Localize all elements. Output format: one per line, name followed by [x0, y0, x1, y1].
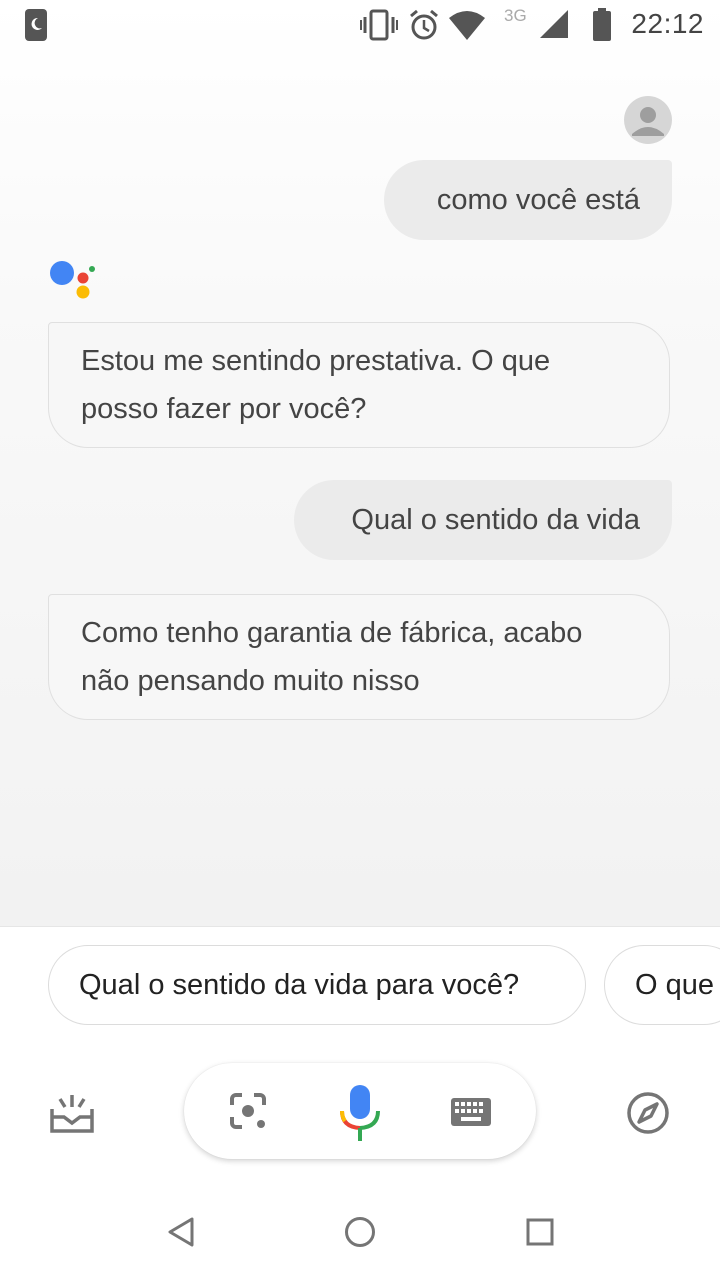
signal-icon — [540, 10, 568, 38]
suggestion-chip[interactable]: O que — [604, 945, 720, 1025]
user-message-text: como você está — [436, 184, 640, 216]
suggestion-chip[interactable]: Qual o sentido da vida para você? — [48, 945, 586, 1025]
person-icon — [632, 107, 664, 136]
user-message[interactable]: Qual o sentido da vida — [294, 480, 672, 560]
lens-icon[interactable] — [228, 1091, 268, 1131]
status-bar: 3G 22:12 — [0, 0, 720, 48]
updates-icon[interactable] — [48, 1093, 96, 1137]
wifi-icon — [449, 11, 485, 40]
network-type-label: 3G — [504, 6, 527, 25]
recents-icon[interactable] — [526, 1218, 554, 1246]
back-icon[interactable] — [166, 1216, 196, 1248]
vibrate-icon — [360, 9, 398, 41]
google-assistant-logo-icon — [50, 261, 95, 299]
assistant-message-line: não pensando muito nisso — [81, 665, 420, 697]
keyboard-icon[interactable] — [450, 1097, 492, 1127]
assistant-message-line: Estou me sentindo prestativa. O que — [81, 345, 551, 377]
home-icon[interactable] — [344, 1216, 376, 1248]
assistant-message-line: Como tenho garantia de fábrica, acabo — [81, 617, 583, 649]
explore-compass-icon[interactable] — [626, 1091, 670, 1135]
status-clock: 22:12 — [631, 8, 704, 39]
user-message[interactable]: como você está — [384, 160, 672, 240]
battery-icon — [593, 8, 611, 41]
navigation-bar — [0, 1186, 720, 1280]
alarm-icon — [410, 9, 438, 40]
assistant-message[interactable]: Como tenho garantia de fábrica, acabo nã… — [48, 594, 670, 720]
assistant-message[interactable]: Estou me sentindo prestativa. O que poss… — [48, 322, 670, 448]
notification-icon — [25, 9, 47, 41]
assistant-message-line: posso fazer por você? — [81, 393, 367, 425]
user-message-text: Qual o sentido da vida — [351, 504, 640, 536]
input-mode-pill — [184, 1063, 536, 1159]
microphone-icon[interactable] — [338, 1083, 382, 1143]
user-avatar[interactable] — [624, 96, 672, 144]
